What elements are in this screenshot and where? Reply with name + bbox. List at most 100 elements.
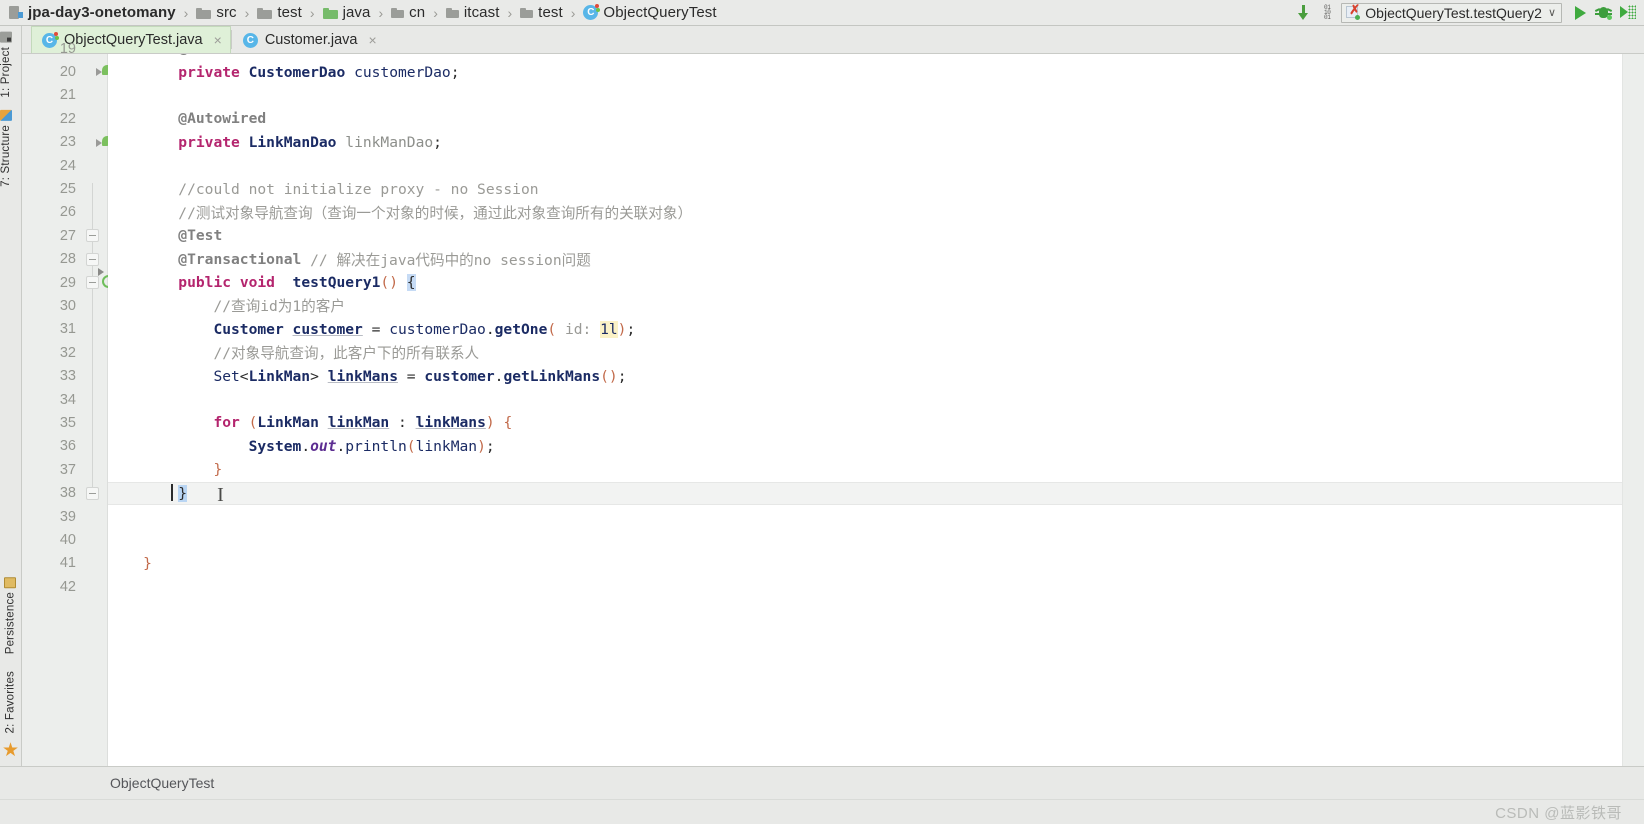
code-line[interactable]: //对象导航查询，此客户下的所有联系人 bbox=[108, 341, 1622, 364]
code-token: { bbox=[406, 274, 416, 292]
code-line[interactable]: Set < LinkMan > linkMans = customer. getLink… bbox=[108, 364, 1622, 387]
close-icon[interactable]: × bbox=[214, 32, 222, 48]
breadcrumb-item-itcast[interactable]: itcast bbox=[443, 0, 503, 25]
code-token: id: bbox=[556, 320, 601, 338]
code-line[interactable] bbox=[108, 575, 1622, 598]
editor-area[interactable]: 19 20 21 22 23 24 25 26 27 28 29 30 31 32 33 34 35 36 37 38… bbox=[22, 41, 1644, 766]
line-number: 32 bbox=[59, 344, 76, 361]
code-token: ; bbox=[433, 133, 442, 151]
code-line[interactable] bbox=[108, 154, 1622, 177]
debug-icon[interactable] bbox=[1592, 2, 1616, 24]
code-line[interactable]: } bbox=[108, 458, 1622, 481]
breadcrumb-item-objectquerytest[interactable]: C ObjectQueryTest bbox=[580, 0, 719, 25]
code-line[interactable]: //测试对象导航查询（查询一个对象的时候，通过此对象查询所有的关联对象） bbox=[108, 201, 1622, 224]
folder-small-icon bbox=[520, 7, 534, 18]
breadcrumb-item-java[interactable]: java bbox=[320, 0, 374, 25]
code-line[interactable] bbox=[108, 388, 1622, 411]
code-token: customer bbox=[292, 320, 363, 338]
code-token: : bbox=[389, 414, 416, 432]
breadcrumb-item-test[interactable]: test bbox=[517, 0, 566, 25]
code-token: = bbox=[398, 367, 425, 385]
code-line[interactable]: System. out. println(linkMan); bbox=[108, 435, 1622, 458]
code-token: System bbox=[248, 437, 302, 455]
code-token: ) bbox=[477, 437, 486, 455]
chevron-down-icon[interactable]: ∨ bbox=[1548, 6, 1556, 19]
tool-window-button-2-favorites[interactable]: 2: Favorites bbox=[0, 661, 21, 739]
editor-column: C ObjectQueryTest.java × C Customer.java × 19… bbox=[22, 26, 1644, 766]
code-token: . bbox=[485, 320, 495, 338]
breadcrumb-separator: › bbox=[309, 4, 315, 21]
code-token: // 解决在java代码中的no session问题 bbox=[310, 251, 591, 269]
editor-tab-customer-java[interactable]: C Customer.java × bbox=[232, 26, 386, 53]
code-line[interactable]: private CustomerDao customerDao; bbox=[108, 60, 1622, 83]
breadcrumb-item-jpa-day3-onetomany[interactable]: jpa-day3-onetomany bbox=[6, 0, 179, 25]
code-line[interactable] bbox=[108, 528, 1622, 551]
code-line[interactable]: @Transactional // 解决在java代码中的no session问… bbox=[108, 248, 1622, 271]
code-line[interactable]: public void testQuery1() { bbox=[108, 271, 1622, 294]
breadcrumb-item-src[interactable]: src bbox=[193, 0, 239, 25]
status-breadcrumb-label: ObjectQueryTest bbox=[110, 775, 215, 791]
binary-icon[interactable]: 01 10 01 bbox=[1315, 2, 1339, 24]
code-line[interactable]: Customer customer = customerDao. getOne( … bbox=[108, 318, 1622, 341]
code-fold-marker[interactable] bbox=[86, 486, 99, 500]
code-line[interactable] bbox=[108, 505, 1622, 528]
code-text-area[interactable]: @Autowired private CustomerDao customerD… bbox=[108, 54, 1622, 766]
code-token: = bbox=[362, 320, 390, 338]
breadcrumb-item-cn[interactable]: cn bbox=[388, 0, 428, 25]
run-configuration-selector[interactable]: ✗ ObjectQueryTest.testQuery2 ∨ bbox=[1341, 2, 1562, 23]
favorites-star-icon[interactable]: ★ bbox=[0, 739, 21, 766]
tool-window-button-label: Persistence bbox=[4, 592, 17, 655]
code-line[interactable] bbox=[108, 84, 1622, 107]
code-token: private bbox=[178, 133, 240, 151]
code-line[interactable]: @Test bbox=[108, 224, 1622, 247]
code-fold-marker[interactable] bbox=[86, 229, 99, 243]
line-number: 21 bbox=[59, 87, 76, 104]
breadcrumb-item-label: test bbox=[538, 4, 563, 21]
editor-right-gutter[interactable] bbox=[1622, 54, 1644, 766]
code-token: //could not initialize proxy - no Sessio… bbox=[178, 180, 539, 198]
module-icon bbox=[9, 6, 23, 19]
editor-gutter[interactable]: 19 20 21 22 23 24 25 26 27 28 29 30 31 32 33 34 35 36 37 38… bbox=[22, 41, 115, 766]
main-content-row: 1: Project 7: Structure Persistence 2: Fav… bbox=[0, 26, 1644, 766]
code-line[interactable]: //could not initialize proxy - no Sessio… bbox=[108, 177, 1622, 200]
code-token: } bbox=[213, 461, 223, 479]
code-token: void bbox=[239, 274, 275, 292]
persistence-icon bbox=[4, 577, 17, 589]
code-fold-marker[interactable] bbox=[86, 276, 99, 289]
breadcrumb-separator: › bbox=[507, 4, 513, 21]
code-line[interactable]: for (LinkMan linkMan : linkMans) { bbox=[108, 411, 1622, 434]
code-token: @Autowired bbox=[178, 54, 266, 57]
tool-window-button-1-project[interactable]: 1: Project bbox=[0, 26, 12, 104]
java-class-icon: C bbox=[242, 32, 258, 48]
code-fold-marker[interactable] bbox=[86, 252, 99, 266]
close-icon[interactable]: × bbox=[369, 32, 377, 48]
code-line[interactable]: } bbox=[108, 552, 1622, 575]
line-number: 23 bbox=[22, 131, 112, 154]
code-line[interactable]: //查询id为1的客户 bbox=[108, 294, 1622, 317]
code-token: ; bbox=[450, 63, 460, 81]
code-line[interactable]: } bbox=[108, 481, 1622, 504]
run-with-coverage-icon[interactable] bbox=[1616, 2, 1640, 24]
code-line[interactable]: private LinkManDao linkManDao; bbox=[108, 131, 1622, 154]
download-arrow-icon[interactable] bbox=[1291, 2, 1315, 24]
tool-window-button-7-structure[interactable]: 7: Structure bbox=[0, 104, 12, 193]
tool-window-button-label: 1: Project bbox=[0, 47, 12, 98]
code-token: for bbox=[213, 414, 240, 432]
code-line[interactable]: @Autowired bbox=[108, 107, 1622, 130]
breadcrumb-item-test[interactable]: test bbox=[254, 0, 305, 25]
code-token: println bbox=[345, 437, 407, 455]
tool-window-button-persistence[interactable]: Persistence bbox=[0, 571, 21, 660]
breadcrumb-item-label: itcast bbox=[463, 4, 500, 21]
breadcrumb-item-label: test bbox=[277, 4, 302, 21]
run-icon[interactable] bbox=[1568, 2, 1592, 24]
